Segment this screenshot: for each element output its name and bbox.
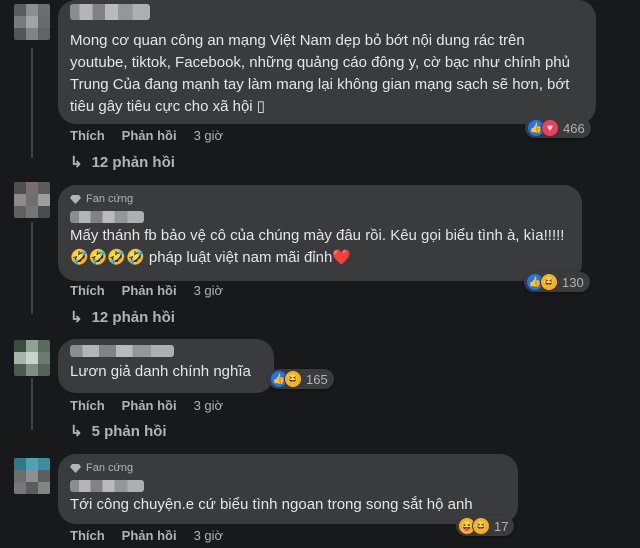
avatar[interactable] [14, 4, 50, 40]
comment-text: Mấy thánh fb bảo vệ cô của chúng mày đâu… [70, 227, 565, 266]
diamond-icon [70, 194, 81, 204]
view-replies-button[interactable]: ↳ 12 phản hồi [70, 153, 175, 172]
replies-count: 5 phản hồi [91, 422, 167, 440]
reply-button[interactable]: Phản hồi [122, 128, 177, 143]
haha-reaction-icon: 😆 [472, 517, 490, 535]
comment-bubble: Fan cứng Tới công chuyện.e cứ biểu tình … [58, 454, 518, 524]
timestamp[interactable]: 3 giờ [194, 528, 224, 543]
like-button[interactable]: Thích [70, 398, 105, 413]
timestamp[interactable]: 3 giờ [194, 398, 224, 413]
comment-actions: Thích Phản hồi 3 giờ [70, 128, 223, 143]
reaction-summary[interactable]: 👍 😆 130 [524, 272, 590, 292]
thread-line [31, 48, 33, 158]
like-button[interactable]: Thích [70, 128, 105, 143]
reaction-summary[interactable]: 👍 😆 165 [268, 369, 334, 389]
thread-line [31, 222, 33, 314]
replies-count: 12 phản hồi [91, 153, 175, 171]
reaction-count: 130 [562, 274, 584, 290]
reaction-count: 466 [563, 120, 585, 136]
reply-button[interactable]: Phản hồi [122, 528, 177, 543]
author-name-blurred[interactable] [70, 211, 144, 223]
haha-reaction-icon: 😆 [284, 370, 302, 388]
reply-button[interactable]: Phản hồi [122, 398, 177, 413]
view-replies-button[interactable]: ↳ 12 phản hồi [70, 308, 175, 327]
avatar[interactable] [14, 340, 50, 376]
like-button[interactable]: Thích [70, 528, 105, 543]
author-name-blurred[interactable] [70, 480, 144, 492]
reaction-count: 165 [306, 371, 328, 387]
comment-bubble: Lươn giả danh chính nghĩa [58, 339, 274, 393]
reply-arrow-icon: ↳ [70, 154, 83, 171]
badge-label: Fan cứng [86, 193, 134, 205]
comment-text: Tới công chuyện.e cứ biểu tình ngoan tro… [70, 496, 473, 513]
timestamp[interactable]: 3 giờ [194, 128, 224, 143]
reaction-count: 17 [494, 518, 509, 534]
view-replies-button[interactable]: ↳ 5 phản hồi [70, 422, 167, 441]
like-button[interactable]: Thích [70, 283, 105, 298]
love-reaction-icon: ♥ [541, 119, 559, 137]
comment-actions: Thích Phản hồi 3 giờ [70, 398, 223, 413]
reply-arrow-icon: ↳ [70, 423, 83, 440]
thread-line [31, 378, 33, 430]
comment-actions: Thích Phản hồi 3 giờ [70, 283, 223, 298]
avatar[interactable] [14, 182, 50, 218]
comment-actions: Thích Phản hồi 3 giờ [70, 528, 223, 543]
fan-badge: Fan cứng [70, 191, 570, 207]
fan-badge: Fan cứng [70, 460, 506, 476]
reaction-summary[interactable]: 👍 ♥ 466 [525, 118, 591, 138]
comment-text: Mong cơ quan công an mạng Việt Nam dẹp b… [70, 32, 570, 115]
diamond-icon [70, 463, 81, 473]
reply-arrow-icon: ↳ [70, 309, 83, 326]
author-name-blurred[interactable] [70, 345, 174, 357]
comment-text: Lươn giả danh chính nghĩa [70, 363, 251, 380]
badge-label: Fan cứng [86, 462, 134, 474]
reaction-summary[interactable]: 😝 😆 17 [456, 516, 515, 536]
timestamp[interactable]: 3 giờ [194, 283, 224, 298]
comment-bubble: Fan cứng Mấy thánh fb bảo vệ cô của chún… [58, 185, 582, 281]
avatar[interactable] [14, 458, 50, 494]
comment-bubble: Mong cơ quan công an mạng Việt Nam dẹp b… [58, 0, 596, 124]
reply-button[interactable]: Phản hồi [122, 283, 177, 298]
author-name-blurred[interactable] [70, 4, 150, 20]
haha-reaction-icon: 😆 [540, 273, 558, 291]
replies-count: 12 phản hồi [91, 308, 175, 326]
